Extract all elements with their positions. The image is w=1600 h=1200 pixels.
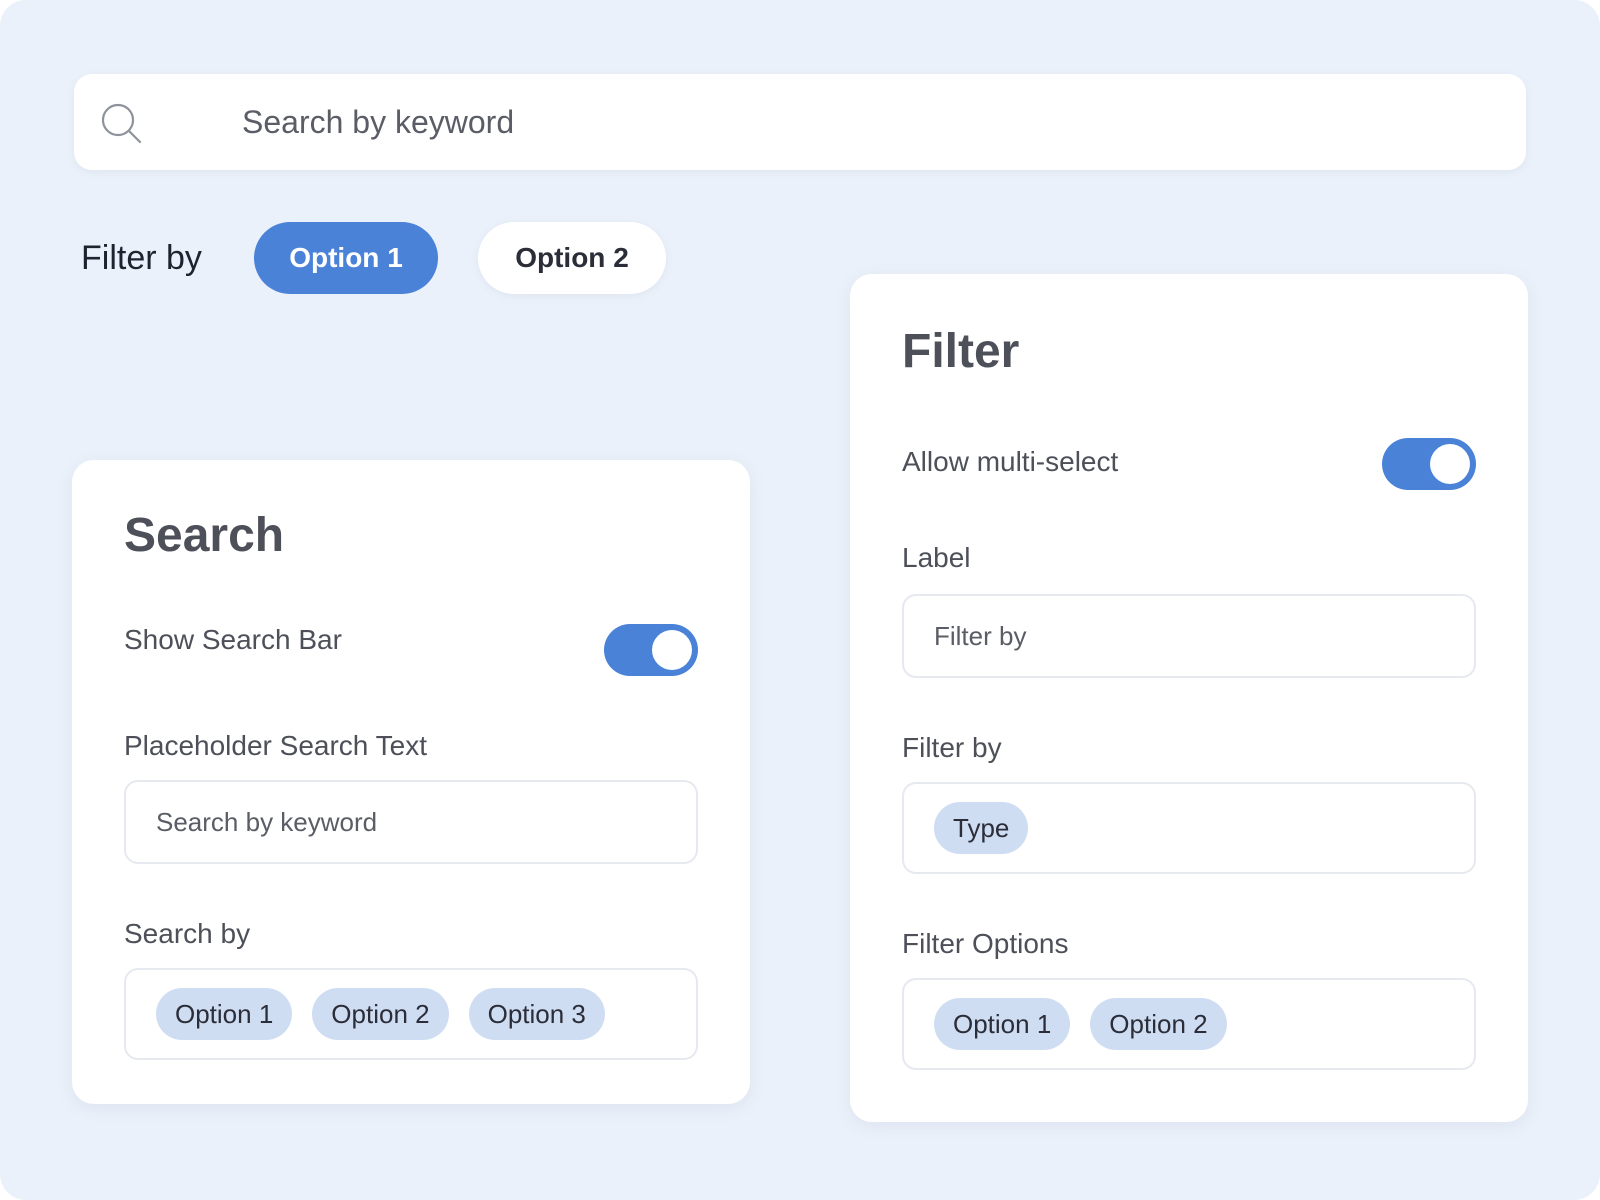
filter-label-field[interactable] [902,594,1476,678]
filter-by-chip-type[interactable]: Type [934,802,1029,854]
search-card-title: Search [124,509,285,562]
placeholder-search-text-label: Placeholder Search Text [124,730,427,761]
search-by-label: Search by [124,918,251,949]
filter-label-input[interactable] [934,596,1444,676]
filter-options-field[interactable]: Option 1 Option 2 [902,978,1476,1070]
filter-options-chip[interactable]: Option 1 [934,998,1071,1050]
search-by-field[interactable]: Option 1 Option 2 Option 3 [124,968,698,1060]
search-settings-card: Search Show Search Bar Placeholder Searc… [72,460,750,1104]
top-search-input[interactable] [242,74,1502,170]
filter-by-chip-list: Type [934,802,1029,854]
filter-option-2-pill[interactable]: Option 2 [478,222,666,294]
filter-option-1-pill[interactable]: Option 1 [254,222,438,294]
filter-options-chip-list: Option 1 Option 2 [934,998,1227,1050]
toggle-knob [1430,444,1470,484]
top-search-bar[interactable] [74,74,1526,170]
allow-multi-select-label: Allow multi-select [902,446,1119,477]
placeholder-search-text-field[interactable] [124,780,698,864]
filter-options-label: Filter Options [902,928,1069,959]
filter-row-label: Filter by [81,239,202,277]
search-by-chip-list: Option 1 Option 2 Option 3 [156,988,605,1040]
placeholder-search-text-input[interactable] [156,782,666,862]
page-background: Filter by Option 1 Option 2 Search Show … [0,0,1600,1200]
allow-multi-select-toggle[interactable] [1382,438,1476,490]
toggle-knob [652,630,692,670]
search-by-chip[interactable]: Option 1 [156,988,293,1040]
label-field-label: Label [902,542,971,573]
search-by-chip[interactable]: Option 2 [312,988,449,1040]
filter-options-chip[interactable]: Option 2 [1090,998,1227,1050]
search-icon [101,103,142,144]
search-by-chip[interactable]: Option 3 [468,988,605,1040]
filter-by-field[interactable]: Type [902,782,1476,874]
filter-card-title: Filter [902,325,1020,378]
show-search-bar-label: Show Search Bar [124,624,342,655]
filter-by-field-label: Filter by [902,732,1002,763]
show-search-bar-toggle[interactable] [604,624,698,676]
filter-settings-card: Filter Allow multi-select Label Filter b… [850,274,1528,1122]
